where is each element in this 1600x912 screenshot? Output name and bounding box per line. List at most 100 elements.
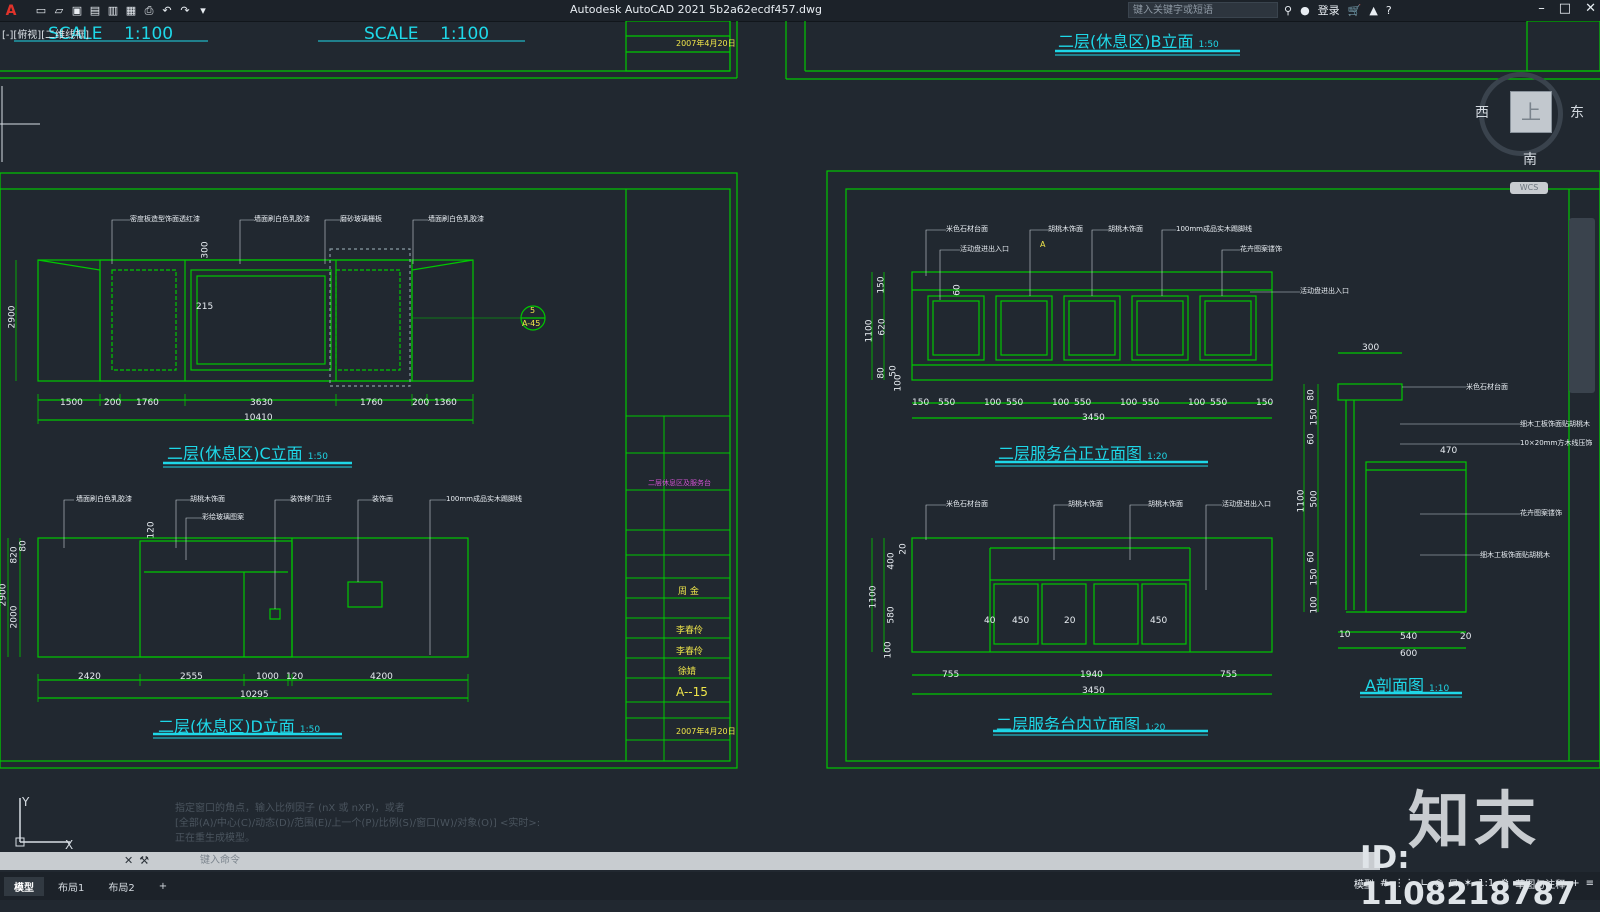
- customize-toolbar-icon[interactable]: ▾: [196, 4, 210, 18]
- dimension-label: 120: [286, 672, 304, 682]
- view-cube-top[interactable]: 上: [1510, 91, 1552, 133]
- d-elevation-title: 二层(休息区)D立面 1:50: [158, 713, 320, 737]
- c-height-dim: 2900: [7, 305, 18, 329]
- save-icon[interactable]: ▣: [70, 4, 84, 18]
- dimension-label: 20: [898, 543, 909, 555]
- dimension-label: 620: [877, 318, 888, 336]
- close-icon[interactable]: ✕: [1585, 1, 1596, 16]
- annotation-note: 100mm成品实木踢脚线: [446, 495, 522, 503]
- dimension-label: 1940: [1080, 670, 1103, 680]
- customize-cmd-icon[interactable]: ⚒: [139, 854, 149, 867]
- add-layout-icon[interactable]: +: [149, 879, 177, 894]
- plot-icon[interactable]: ▦: [124, 4, 138, 18]
- dimension-label: 100: [1052, 398, 1070, 408]
- c-total-dim: 10410: [244, 413, 273, 423]
- watermark-id: ID: 1108218787: [1360, 840, 1576, 912]
- tab-layout1[interactable]: 布局1: [48, 877, 94, 896]
- dimension-label: 755: [942, 670, 960, 680]
- d-h1-dim: 120: [146, 521, 157, 539]
- dimension-label: 20: [1064, 616, 1076, 626]
- open-file-icon[interactable]: ▱: [52, 4, 66, 18]
- publish-icon[interactable]: ▥: [106, 4, 120, 18]
- dimension-label: 10: [1339, 630, 1351, 640]
- dimension-label: 540: [1400, 632, 1418, 642]
- history-line: 正在重生成模型。: [175, 833, 255, 844]
- help-icon[interactable]: ?: [1386, 4, 1392, 17]
- annotation-note: 米色石材台面: [946, 500, 988, 508]
- dimension-label: 550: [1142, 398, 1160, 408]
- titleblock-approve: 徐婧: [678, 667, 697, 677]
- c-scale-text: 1:50: [307, 452, 328, 462]
- redo-icon[interactable]: ↷: [178, 4, 192, 18]
- annotation-note: 花卉图案镂饰: [1520, 509, 1562, 517]
- dimension-label: 1000: [256, 672, 279, 682]
- title-bar: A ▭ ▱ ▣ ▤ ▥ ▦ ⎙ ↶ ↷ ▾ Autodesk AutoCAD 2…: [0, 0, 1600, 22]
- dimension-label: 1500: [60, 398, 83, 408]
- search-input[interactable]: 键入关键字或短语: [1128, 2, 1278, 18]
- new-file-icon[interactable]: ▭: [34, 4, 48, 18]
- minimize-icon[interactable]: –: [1538, 1, 1545, 16]
- section-title-text: A剖面图: [1365, 676, 1424, 695]
- annotation-note: 胡桃木饰面: [1048, 225, 1083, 233]
- annotation-note: 米色石材台面: [946, 225, 988, 233]
- dimension-label: 500: [1309, 490, 1320, 508]
- dimension-label: 200: [412, 398, 430, 408]
- dimension-label: 580: [886, 606, 897, 624]
- cart-icon[interactable]: 🛒: [1348, 4, 1362, 17]
- dimension-label: 450: [1150, 616, 1168, 626]
- close-cmd-icon[interactable]: ✕: [124, 854, 133, 867]
- dimension-label: 1100: [868, 585, 879, 609]
- wcs-menu[interactable]: WCS: [1510, 182, 1548, 194]
- undo-icon[interactable]: ↶: [160, 4, 174, 18]
- dimension-label: 550: [1210, 398, 1228, 408]
- titleblock-project: 二层休息区及服务台: [648, 479, 711, 487]
- login-button[interactable]: 登录: [1318, 2, 1340, 18]
- front-elevation-title: 二层服务台正立面图 1:20: [998, 440, 1167, 464]
- search-icon[interactable]: ⚲: [1284, 4, 1292, 17]
- dimension-label: 2900: [0, 583, 9, 607]
- dimension-label: 100: [1309, 596, 1320, 614]
- dimension-label: 150: [1256, 398, 1274, 408]
- compass-west[interactable]: 西: [1475, 102, 1489, 122]
- titleblock-checked: 周 金: [678, 587, 699, 597]
- c-title-text: 二层(休息区)C立面: [167, 444, 303, 463]
- dimension-label: 150: [1309, 568, 1320, 586]
- autodesk-a360-icon[interactable]: ▲: [1369, 4, 1377, 17]
- c-h1-dim: 300: [200, 241, 211, 259]
- navigation-bar[interactable]: [1569, 218, 1595, 393]
- compass-east[interactable]: 东: [1570, 102, 1584, 122]
- dimension-label: 450: [1012, 616, 1030, 626]
- dimension-label: 4200: [370, 672, 393, 682]
- tab-layout2[interactable]: 布局2: [98, 877, 144, 896]
- dimension-label: 80: [876, 367, 887, 379]
- history-line: 指定窗口的角点，输入比例因子 (nX 或 nXP)，或者: [175, 803, 405, 814]
- dimension-label: 1100: [1296, 489, 1307, 513]
- maximize-icon[interactable]: □: [1559, 1, 1571, 16]
- print-icon[interactable]: ⎙: [142, 4, 156, 18]
- command-input[interactable]: 键入命令: [170, 853, 1370, 869]
- dimension-label: 100: [1188, 398, 1206, 408]
- dimension-label: 150: [1309, 408, 1320, 426]
- tab-model[interactable]: 模型: [4, 876, 44, 896]
- save-as-icon[interactable]: ▤: [88, 4, 102, 18]
- dimension-label: 2555: [180, 672, 203, 682]
- b-scale-text: 1:50: [1198, 40, 1219, 50]
- dimension-label: 755: [1220, 670, 1238, 680]
- annotation-note: 磨砂玻璃栅板: [340, 215, 382, 223]
- user-icon[interactable]: ●: [1300, 4, 1310, 17]
- dimension-label: 80: [18, 540, 29, 552]
- dimension-label: 3630: [250, 398, 273, 408]
- front-mark: A: [1040, 240, 1046, 249]
- dimension-label: 550: [1074, 398, 1092, 408]
- compass-south[interactable]: 南: [1523, 149, 1537, 169]
- annotation-note: 活动盘进出入口: [960, 245, 1009, 253]
- viewport-label[interactable]: [-][俯视][二维线框]: [2, 26, 89, 41]
- dimension-label: 100: [984, 398, 1002, 408]
- annotation-note: 彩绘玻璃图案: [202, 513, 244, 521]
- history-line: [全部(A)/中心(C)/动态(D)/范围(E)/上一个(P)/比例(S)/窗口…: [175, 818, 541, 829]
- autocad-logo-icon[interactable]: A: [2, 2, 20, 20]
- dimension-label: 60: [1306, 433, 1317, 445]
- titleblock-drawer: 李春伶: [676, 647, 704, 657]
- scale-label-mid: SCALE 1:100: [364, 24, 490, 44]
- quick-access-toolbar: ▭ ▱ ▣ ▤ ▥ ▦ ⎙ ↶ ↷ ▾: [34, 4, 210, 18]
